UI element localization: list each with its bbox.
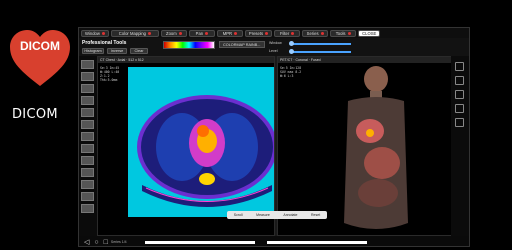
series-thumbnail[interactable] bbox=[81, 96, 94, 105]
toolbar-button-label: Tools bbox=[335, 30, 346, 36]
toolbar-button-label: Series bbox=[306, 30, 319, 36]
series-thumbnail[interactable] bbox=[81, 144, 94, 153]
toolbar-button-window[interactable]: Window bbox=[81, 29, 109, 37]
toolbar-button-label: Presets bbox=[248, 30, 264, 36]
colormap-dropdown[interactable]: COLORMAP RAINB... bbox=[219, 41, 265, 48]
panel-title: Professional Tools bbox=[82, 40, 127, 46]
viewport-info-line: W:6 L:3 bbox=[280, 74, 294, 78]
status-dot-icon bbox=[101, 31, 105, 35]
series-thumbnail[interactable] bbox=[81, 84, 94, 93]
right-tool-column bbox=[451, 56, 469, 236]
series-thumbnail[interactable] bbox=[81, 120, 94, 129]
series-scrollbar-right[interactable] bbox=[266, 240, 367, 244]
series-thumbnail-strip bbox=[79, 56, 97, 236]
float-tool-scroll[interactable]: Scroll bbox=[234, 213, 243, 217]
tool-toggle[interactable] bbox=[455, 90, 464, 99]
window-slider-knob[interactable] bbox=[289, 41, 294, 46]
toolbar-button-label: Filter bbox=[279, 30, 290, 36]
toolbar-button-color-mapping[interactable]: Color Mapping bbox=[110, 29, 159, 37]
close-label: CLOSE bbox=[362, 30, 377, 36]
series-thumbnail[interactable] bbox=[81, 192, 94, 201]
toolbar-button-tools[interactable]: Tools bbox=[330, 29, 357, 37]
series-thumbnail[interactable] bbox=[81, 132, 94, 141]
button-label: Inverse bbox=[110, 49, 124, 53]
toolbar-button-mpr[interactable]: MPR bbox=[216, 29, 243, 37]
level-slider-knob[interactable] bbox=[289, 49, 294, 54]
toolbar-button-label: Window bbox=[85, 30, 100, 36]
toolbar-button-label: MPR bbox=[222, 30, 233, 36]
app-logo: DICOM bbox=[8, 30, 72, 90]
toolbar-button-pan[interactable]: Pan bbox=[188, 29, 215, 37]
toolbar-button-label: Zoom bbox=[166, 30, 177, 36]
status-dot-icon bbox=[320, 31, 324, 35]
viewport-pet-coronal[interactable]: PET/CT · Coronal · Fused Se:5 Im:128 SUV… bbox=[277, 56, 453, 236]
viewport-ct-axial[interactable]: CT Chest · Axial · 512 x 512 Se:3 Im:45 bbox=[97, 56, 275, 236]
app-name: DICOM bbox=[12, 107, 58, 122]
status-dot-icon bbox=[347, 31, 351, 35]
clear-button[interactable]: Clear bbox=[130, 48, 148, 54]
window-slider[interactable] bbox=[291, 43, 351, 45]
series-thumbnail[interactable] bbox=[81, 60, 94, 69]
toolbar-button-series[interactable]: Series bbox=[302, 29, 329, 37]
toolbar-button-presets[interactable]: Presets bbox=[244, 29, 273, 37]
status-dot-icon bbox=[148, 31, 152, 35]
button-label: Clear bbox=[134, 49, 144, 53]
window-label: Window bbox=[269, 41, 282, 45]
float-tool-annotate[interactable]: Annotate bbox=[283, 213, 297, 217]
colormap-gradient[interactable] bbox=[163, 41, 215, 49]
tablet-screen: Window Color Mapping Zoom Pan MPR Preset… bbox=[78, 27, 470, 247]
toolbar-button-filter[interactable]: Filter bbox=[274, 29, 301, 37]
tool-toggle[interactable] bbox=[455, 118, 464, 127]
tool-toggle[interactable] bbox=[455, 76, 464, 85]
histogram-button[interactable]: Histogram bbox=[82, 48, 104, 54]
series-thumbnail[interactable] bbox=[81, 108, 94, 117]
status-dot-icon bbox=[234, 31, 238, 35]
level-slider[interactable] bbox=[291, 51, 351, 53]
toolbar-button-label: Pan bbox=[195, 30, 204, 36]
viewport-header: CT Chest · Axial · 512 x 512 bbox=[98, 57, 274, 63]
status-text: Series 1/4 bbox=[110, 240, 127, 244]
logo-text: DICOM bbox=[20, 39, 60, 53]
series-scrollbar-left[interactable] bbox=[144, 240, 255, 244]
series-thumbnail[interactable] bbox=[81, 168, 94, 177]
status-dot-icon bbox=[205, 31, 209, 35]
android-nav-bar: ◁ ○ □ Series 1/4 bbox=[79, 236, 469, 246]
series-thumbnail[interactable] bbox=[81, 204, 94, 213]
level-label: Level bbox=[269, 49, 278, 53]
viewport-info-line: Thk:5.0mm bbox=[100, 78, 118, 82]
professional-tools-panel: Professional Tools Histogram Inverse Cle… bbox=[79, 38, 469, 56]
floating-toolbar: Scroll Measure Annotate Reset bbox=[227, 211, 327, 219]
status-dot-icon bbox=[291, 31, 295, 35]
ct-image[interactable] bbox=[128, 67, 274, 217]
series-thumbnail[interactable] bbox=[81, 156, 94, 165]
colormap-label: COLORMAP RAINB... bbox=[223, 42, 261, 47]
series-thumbnail[interactable] bbox=[81, 180, 94, 189]
close-button[interactable]: CLOSE bbox=[358, 29, 381, 37]
toolbar-button-label: Color Mapping bbox=[118, 30, 147, 36]
status-dot-icon bbox=[265, 31, 269, 35]
float-tool-measure[interactable]: Measure bbox=[256, 213, 270, 217]
series-thumbnail[interactable] bbox=[81, 72, 94, 81]
float-tool-reset[interactable]: Reset bbox=[311, 213, 320, 217]
ct-slice-image bbox=[128, 67, 274, 217]
button-label: Histogram bbox=[84, 49, 102, 53]
recents-icon[interactable]: □ bbox=[104, 239, 108, 246]
tool-toggle[interactable] bbox=[455, 104, 464, 113]
back-icon[interactable]: ◁ bbox=[84, 238, 89, 246]
toolbar-button-zoom[interactable]: Zoom bbox=[160, 29, 187, 37]
root: DICOM DICOM Window Color Mapping Zoom Pa… bbox=[0, 0, 512, 250]
home-icon[interactable]: ○ bbox=[94, 239, 98, 246]
status-dot-icon bbox=[178, 31, 182, 35]
tool-toggle[interactable] bbox=[455, 62, 464, 71]
main-toolbar: Window Color Mapping Zoom Pan MPR Preset… bbox=[79, 28, 469, 38]
inverse-button[interactable]: Inverse bbox=[107, 48, 127, 54]
